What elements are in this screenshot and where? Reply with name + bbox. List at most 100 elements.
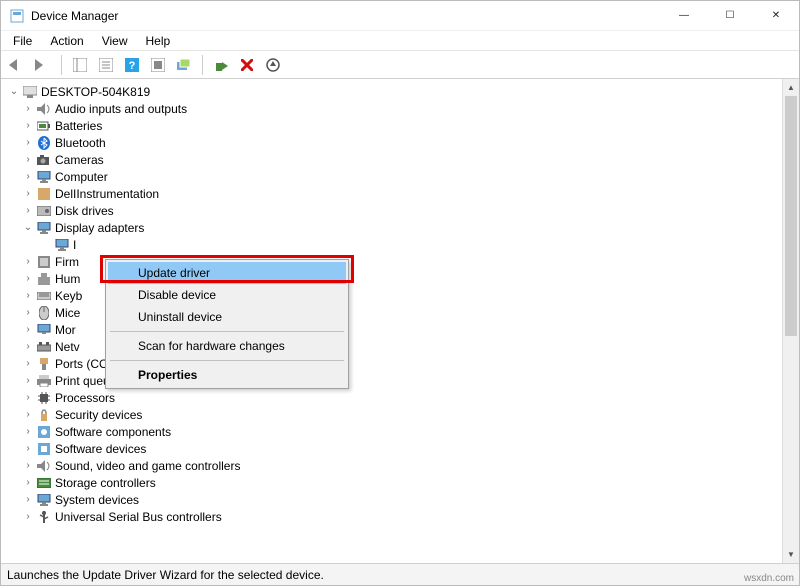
menu-view[interactable]: View [94, 32, 136, 50]
maximize-button[interactable]: ☐ [707, 1, 753, 31]
expand-icon[interactable]: › [21, 290, 35, 301]
context-separator [110, 331, 344, 332]
collapse-icon[interactable]: ⌄ [21, 222, 35, 233]
storage-icon [35, 475, 53, 491]
tree-item-selected-adapter[interactable]: I [3, 236, 782, 253]
tree-item[interactable]: ›Cameras [3, 151, 782, 168]
printer-icon [35, 373, 53, 389]
collapse-icon[interactable]: ⌄ [7, 86, 21, 97]
scroll-thumb[interactable] [785, 96, 797, 336]
expand-icon[interactable]: › [21, 460, 35, 471]
tree-item[interactable]: ›System devices [3, 491, 782, 508]
help-button[interactable]: ? [120, 53, 144, 77]
expand-icon[interactable]: › [21, 307, 35, 318]
tree-item-label: Storage controllers [53, 476, 156, 490]
tree-item-label: Computer [53, 170, 108, 184]
enable-button[interactable] [209, 53, 233, 77]
close-button[interactable]: ✕ [753, 1, 799, 31]
expand-icon[interactable]: › [21, 409, 35, 420]
expand-icon[interactable]: › [21, 256, 35, 267]
ports-icon [35, 356, 53, 372]
expand-icon[interactable]: › [21, 375, 35, 386]
properties-button[interactable] [94, 53, 118, 77]
expand-icon[interactable]: › [21, 392, 35, 403]
display-icon [35, 220, 53, 236]
expand-icon[interactable]: › [21, 358, 35, 369]
expand-icon[interactable]: › [21, 511, 35, 522]
tree-item-label: Keyb [53, 289, 82, 303]
action-button[interactable] [146, 53, 170, 77]
scroll-track[interactable] [783, 96, 799, 546]
tree-item[interactable]: › Software devices [3, 440, 782, 457]
scroll-up-button[interactable]: ▲ [783, 79, 799, 96]
menubar: File Action View Help [1, 31, 799, 51]
menu-help[interactable]: Help [138, 32, 179, 50]
context-uninstall-device[interactable]: Uninstall device [108, 306, 346, 328]
menu-file[interactable]: File [5, 32, 40, 50]
display-icon [53, 237, 71, 253]
expand-icon[interactable]: › [21, 477, 35, 488]
uninstall-button[interactable] [235, 53, 259, 77]
toolbar-separator [202, 55, 203, 75]
tree-item[interactable]: › Software components [3, 423, 782, 440]
tree-item-label: I [71, 238, 76, 252]
tree-item[interactable]: › Storage controllers [3, 474, 782, 491]
context-disable-device[interactable]: Disable device [108, 284, 346, 306]
forward-button[interactable] [31, 53, 55, 77]
vertical-scrollbar[interactable]: ▲ ▼ [782, 79, 799, 563]
firmware-icon [35, 254, 53, 270]
expand-icon[interactable]: › [21, 154, 35, 165]
tree-item[interactable]: › Audio inputs and outputs [3, 100, 782, 117]
expand-icon[interactable]: › [21, 103, 35, 114]
computer-icon [35, 169, 53, 185]
tree-item-label: Software components [53, 425, 171, 439]
minimize-button[interactable]: — [661, 1, 707, 31]
tree-item-label: Processors [53, 391, 115, 405]
show-hide-tree-button[interactable] [68, 53, 92, 77]
expand-icon[interactable]: › [21, 171, 35, 182]
context-properties[interactable]: Properties [108, 364, 346, 386]
expand-icon[interactable]: › [21, 120, 35, 131]
scan-button[interactable] [172, 53, 196, 77]
back-button[interactable] [5, 53, 29, 77]
context-update-driver[interactable]: Update driver [108, 262, 346, 284]
expand-icon[interactable]: › [21, 205, 35, 216]
tree-item-display-adapters[interactable]: ⌄Display adapters [3, 219, 782, 236]
tree-item[interactable]: › Processors [3, 389, 782, 406]
expand-icon[interactable]: › [21, 273, 35, 284]
tree-item-label: DelIInstrumentation [53, 187, 159, 201]
disk-icon [35, 203, 53, 219]
security-icon [35, 407, 53, 423]
menu-action[interactable]: Action [42, 32, 91, 50]
tree-item-label: Audio inputs and outputs [53, 102, 187, 116]
tree-item-label: Security devices [53, 408, 142, 422]
tree-item-label: Universal Serial Bus controllers [53, 510, 222, 524]
update-button[interactable] [261, 53, 285, 77]
tree-item[interactable]: ›Bluetooth [3, 134, 782, 151]
tree-item-label: Software devices [53, 442, 146, 456]
expand-icon[interactable]: › [21, 341, 35, 352]
tree-item[interactable]: › Universal Serial Bus controllers [3, 508, 782, 525]
expand-icon[interactable]: › [21, 426, 35, 437]
expand-icon[interactable]: › [21, 324, 35, 335]
camera-icon [35, 152, 53, 168]
audio-icon [35, 458, 53, 474]
tree-item[interactable]: ›Batteries [3, 117, 782, 134]
expand-icon[interactable]: › [21, 494, 35, 505]
scroll-down-button[interactable]: ▼ [783, 546, 799, 563]
tree-item[interactable]: › DelIInstrumentation [3, 185, 782, 202]
context-menu: Update driver Disable device Uninstall d… [105, 259, 349, 389]
expand-icon[interactable]: › [21, 188, 35, 199]
tree-item[interactable]: › Computer [3, 168, 782, 185]
tree-root[interactable]: ⌄ DESKTOP-504K819 [3, 83, 782, 100]
tree-item[interactable]: ›Sound, video and game controllers [3, 457, 782, 474]
context-scan-hardware[interactable]: Scan for hardware changes [108, 335, 346, 357]
context-separator [110, 360, 344, 361]
expand-icon[interactable]: › [21, 137, 35, 148]
network-icon [35, 339, 53, 355]
tree-item[interactable]: ›Disk drives [3, 202, 782, 219]
expand-icon[interactable]: › [21, 443, 35, 454]
tree-item[interactable]: › Security devices [3, 406, 782, 423]
tree-root-label: DESKTOP-504K819 [39, 85, 150, 99]
bluetooth-icon [35, 135, 53, 151]
